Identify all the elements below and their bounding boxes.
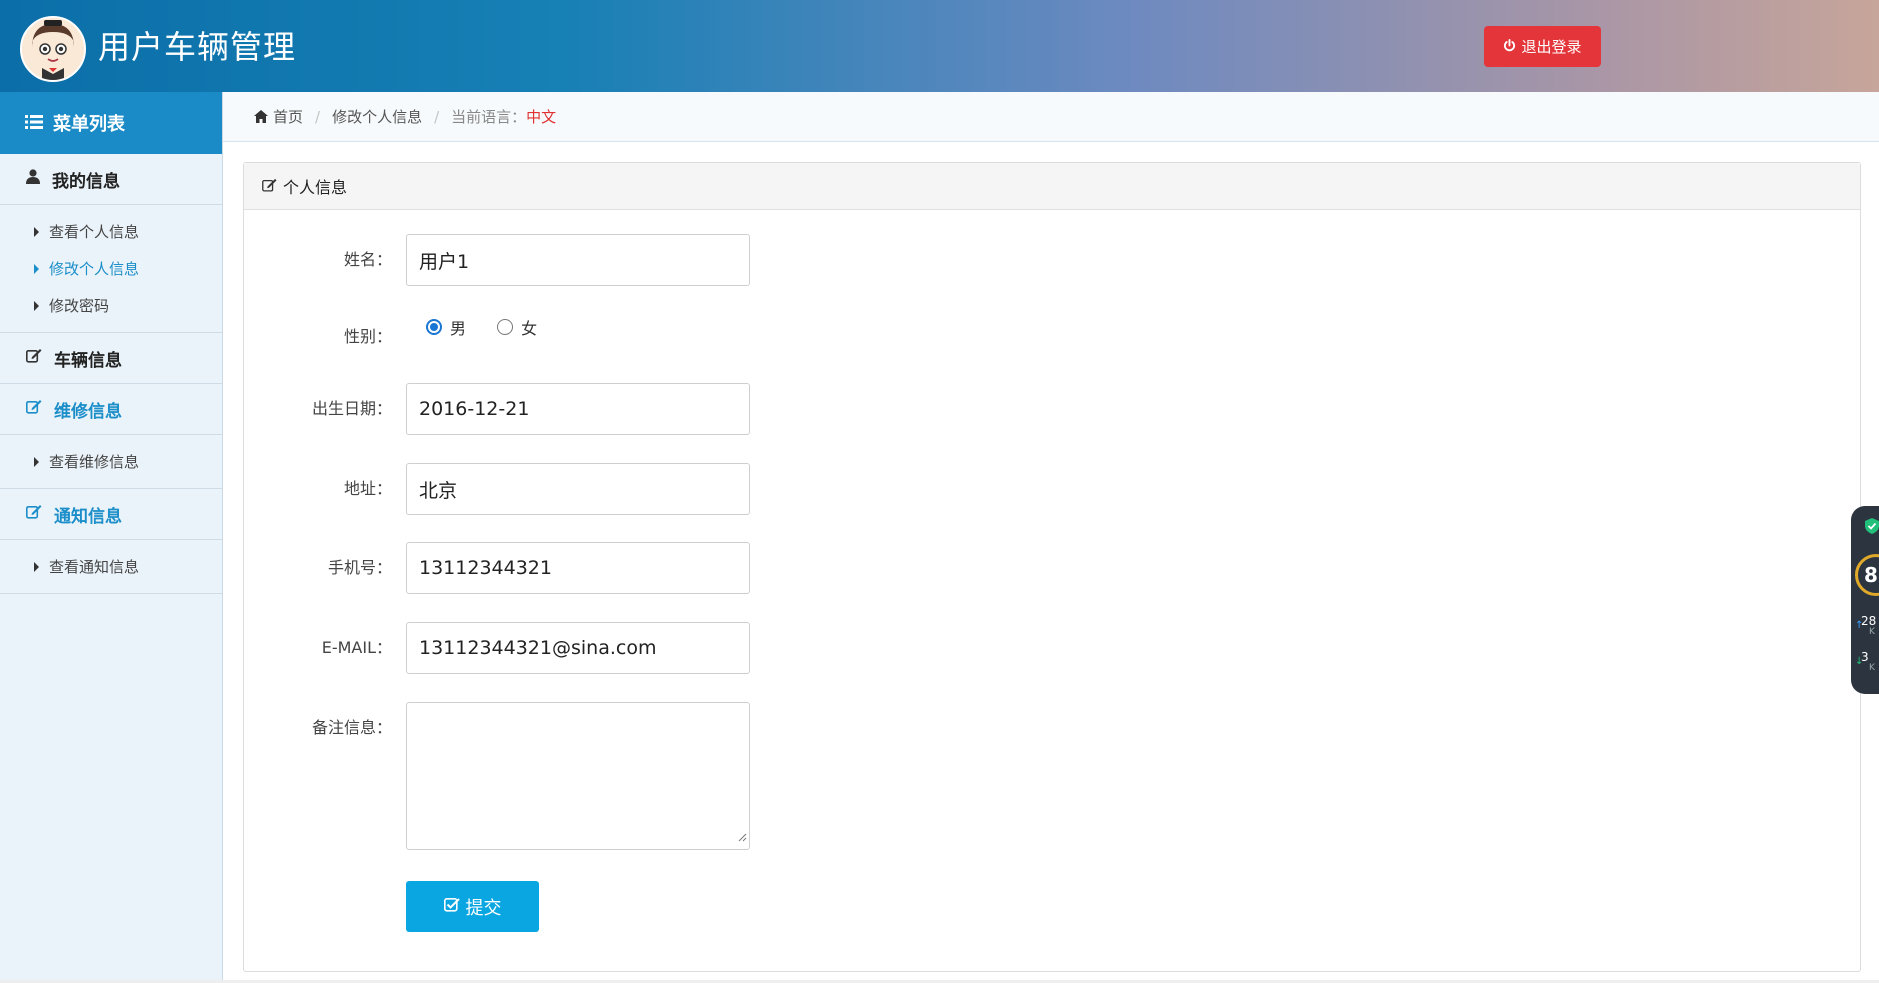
name-input[interactable]: 用户1 xyxy=(406,234,750,286)
widget-download-unit: K xyxy=(1869,663,1875,673)
user-icon xyxy=(26,169,40,189)
sidebar-group-my-info[interactable]: 我的信息 xyxy=(0,154,222,205)
sidebar-item-label: 查看个人信息 xyxy=(49,223,140,241)
sidebar-group-label: 我的信息 xyxy=(52,171,120,192)
gender-male-radio[interactable]: 男 xyxy=(426,315,466,339)
breadcrumb-home-link[interactable]: 首页 xyxy=(273,106,303,127)
email-label: E-MAIL： xyxy=(321,638,392,657)
phone-value: 13112344321 xyxy=(419,557,552,579)
language-label: 当前语言： xyxy=(451,108,527,126)
logout-label: 退出登录 xyxy=(1521,38,1582,56)
submit-label: 提交 xyxy=(465,897,502,919)
panel-title: 个人信息 xyxy=(283,178,348,197)
avatar xyxy=(20,16,86,82)
address-value: 北京 xyxy=(419,479,458,502)
list-icon xyxy=(25,113,43,134)
birth-date-value: 2016-12-21 xyxy=(419,398,530,420)
breadcrumb-separator: / xyxy=(315,107,321,126)
edit-icon xyxy=(26,399,42,419)
sidebar-group-label: 车辆信息 xyxy=(54,350,122,371)
address-input[interactable]: 北京 xyxy=(406,463,750,515)
sidebar-group-vehicle-info[interactable]: 车辆信息 xyxy=(0,333,222,384)
sidebar-menu-header: 菜单列表 xyxy=(0,92,222,154)
breadcrumb-separator: / xyxy=(434,107,440,126)
resize-handle-icon[interactable] xyxy=(738,825,747,847)
logout-button[interactable]: 退出登录 xyxy=(1484,26,1601,67)
radio-checked-icon xyxy=(426,319,442,335)
sidebar-item-label: 修改密码 xyxy=(49,297,110,315)
submit-button[interactable]: 提交 xyxy=(406,881,539,932)
caret-right-icon xyxy=(34,263,39,274)
sidebar-item-label: 查看通知信息 xyxy=(49,558,140,576)
sidebar-group-repair-info[interactable]: 维修信息 xyxy=(0,384,222,435)
caret-right-icon xyxy=(34,300,39,311)
sidebar-sublist-repair-info: 查看维修信息 xyxy=(0,435,222,489)
sidebar-sublist-notice-info: 查看通知信息 xyxy=(0,540,222,594)
address-label: 地址： xyxy=(343,479,392,498)
widget-upload-unit: K xyxy=(1869,627,1875,637)
sidebar-item-view-profile[interactable]: 查看个人信息 xyxy=(0,213,222,250)
sidebar-item-label: 查看维修信息 xyxy=(49,453,140,471)
edit-icon xyxy=(26,348,42,368)
network-speed-widget[interactable]: 85 ↑ 28 K ↓ 3 K xyxy=(1851,506,1879,694)
caret-right-icon xyxy=(34,226,39,237)
name-label: 姓名： xyxy=(343,250,392,269)
sidebar-item-change-password[interactable]: 修改密码 xyxy=(0,287,222,324)
sidebar: 菜单列表 我的信息 查看个人信息 修改个人信息 修改密码 车辆信息 维修信息 查… xyxy=(0,92,223,983)
remark-label: 备注信息： xyxy=(311,718,392,737)
sidebar-group-label: 维修信息 xyxy=(54,401,122,422)
gender-male-label: 男 xyxy=(450,319,467,338)
app-header: 用户车辆管理 退出登录 xyxy=(0,0,1879,92)
gender-female-label: 女 xyxy=(521,319,538,338)
breadcrumb-current[interactable]: 修改个人信息 xyxy=(332,106,422,127)
sidebar-group-label: 通知信息 xyxy=(54,506,122,527)
widget-score: 85 xyxy=(1855,554,1879,596)
birth-date-label: 出生日期： xyxy=(311,399,392,418)
radio-unchecked-icon xyxy=(497,319,514,335)
email-input[interactable]: 13112344321@sina.com xyxy=(406,622,750,674)
edit-icon xyxy=(26,504,42,524)
caret-right-icon xyxy=(34,561,39,572)
shield-check-icon xyxy=(1865,518,1879,538)
sidebar-item-view-repair[interactable]: 查看维修信息 xyxy=(0,443,222,480)
widget-download-value: 3 xyxy=(1861,650,1869,664)
app-title: 用户车辆管理 xyxy=(98,28,297,66)
sidebar-menu-title: 菜单列表 xyxy=(53,114,125,135)
name-value: 用户1 xyxy=(419,250,470,273)
sidebar-sublist-my-info: 查看个人信息 修改个人信息 修改密码 xyxy=(0,205,222,333)
home-icon xyxy=(254,110,268,123)
sidebar-item-view-notice[interactable]: 查看通知信息 xyxy=(0,548,222,585)
phone-input[interactable]: 13112344321 xyxy=(406,542,750,594)
phone-label: 手机号： xyxy=(327,558,392,577)
remark-textarea[interactable] xyxy=(406,702,750,850)
sidebar-item-edit-profile[interactable]: 修改个人信息 xyxy=(0,250,222,287)
profile-panel: 个人信息 姓名： 用户1 性别： 男 女 出生日期： 2016-12-21 地址… xyxy=(243,162,1861,972)
panel-header: 个人信息 xyxy=(244,163,1860,210)
breadcrumb: 首页 / 修改个人信息 / 当前语言： 中文 xyxy=(223,92,1879,142)
gender-female-radio[interactable]: 女 xyxy=(497,315,537,339)
gender-radio-group: 男 女 xyxy=(426,315,563,339)
power-icon xyxy=(1503,38,1516,56)
sidebar-group-notice-info[interactable]: 通知信息 xyxy=(0,489,222,540)
birth-date-input[interactable]: 2016-12-21 xyxy=(406,383,750,435)
sidebar-item-label: 修改个人信息 xyxy=(49,260,140,278)
check-square-icon xyxy=(443,896,460,917)
edit-icon xyxy=(262,177,277,196)
gender-label: 性别： xyxy=(343,327,392,346)
widget-upload-value: 28 xyxy=(1861,614,1877,628)
language-value[interactable]: 中文 xyxy=(526,106,556,127)
email-value: 13112344321@sina.com xyxy=(419,637,657,659)
caret-right-icon xyxy=(34,456,39,467)
